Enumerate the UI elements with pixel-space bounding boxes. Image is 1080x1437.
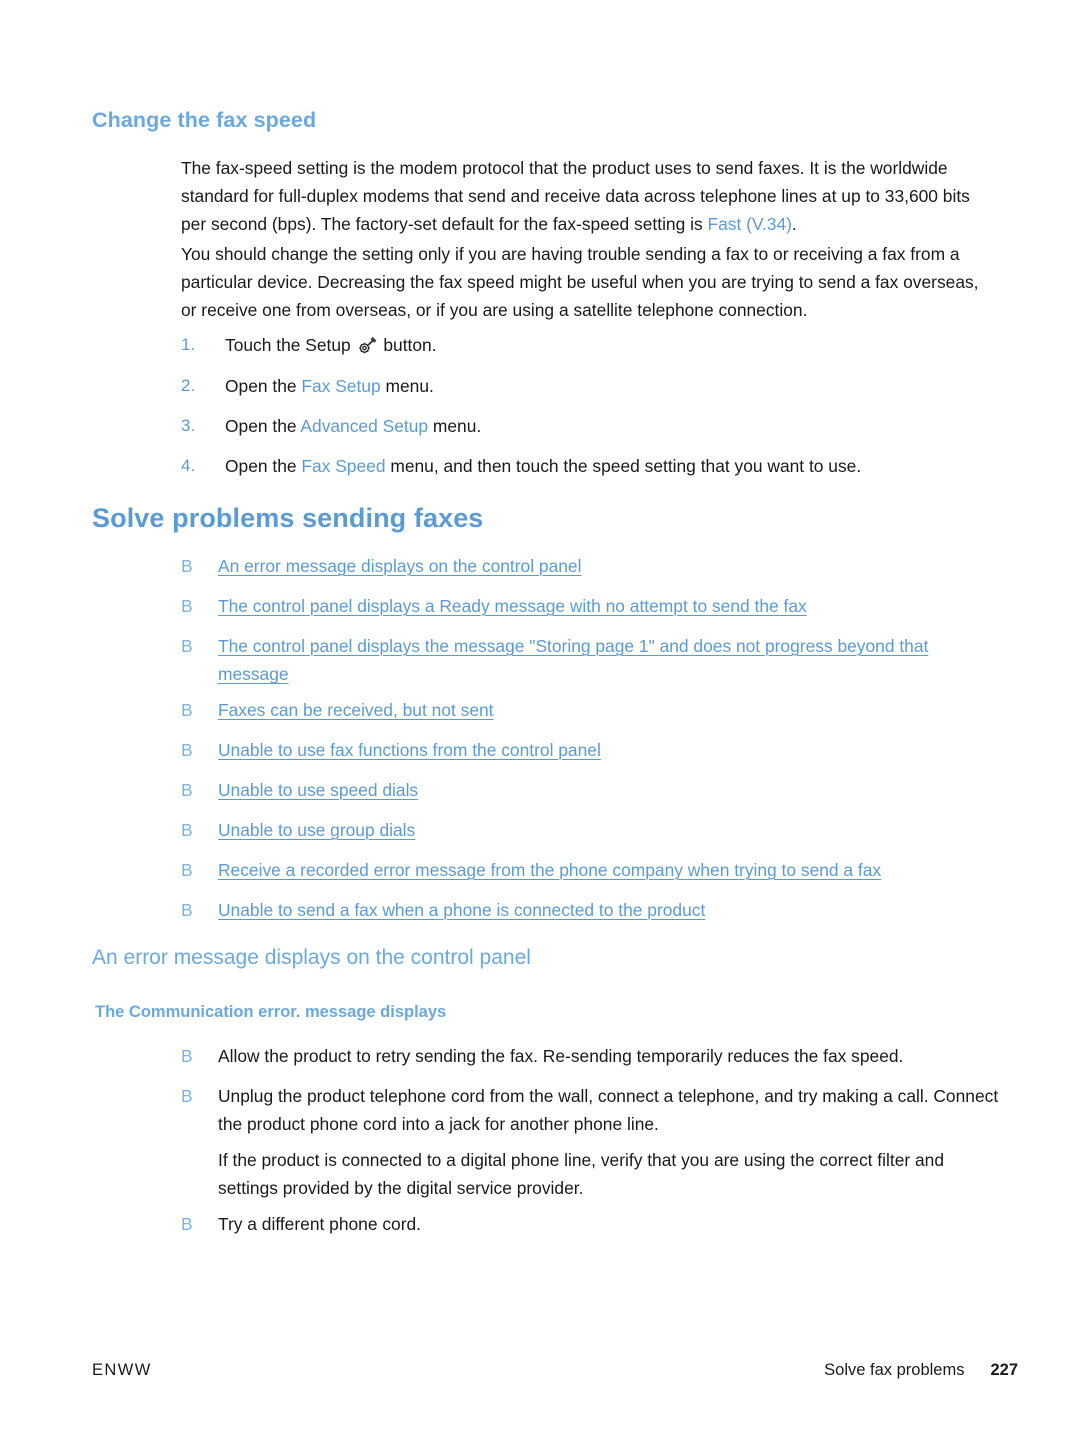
toc-link-label[interactable]: The control panel displays a Ready messa… <box>218 592 1011 620</box>
chapter-heading-solve-problems-sending-faxes: Solve problems sending faxes <box>92 503 484 533</box>
step-text: Open the Fax Speed menu, and then touch … <box>225 452 1001 480</box>
step-item-1: 1. Touch the Setup button. <box>181 331 1001 359</box>
footer-right-group: Solve fax problems 227 <box>824 1361 1018 1380</box>
inline-highlight-fast-v34: Fast (V.34) <box>707 214 792 235</box>
paragraph-text-before: The fax-speed setting is the modem proto… <box>181 158 970 235</box>
step-text: Open the Fax Setup menu. <box>225 372 1001 400</box>
bullet-marker-icon: B <box>181 700 193 720</box>
toc-link-item[interactable]: B The control panel displays a Ready mes… <box>181 592 1011 620</box>
paragraph-text-after: . <box>791 214 797 235</box>
toc-link-item[interactable]: B Unable to use group dials <box>181 816 1011 844</box>
bullet-marker-icon: B <box>181 820 193 840</box>
toc-link-item[interactable]: B Unable to send a fax when a phone is c… <box>181 896 1011 924</box>
step-text-after: menu, and then touch the speed setting t… <box>385 456 862 476</box>
step-text: Open the Advanced Setup menu. <box>225 412 1001 440</box>
bullet-marker-icon: B <box>181 740 193 760</box>
toc-link-item[interactable]: B An error message displays on the contr… <box>181 552 1011 580</box>
error-bullet-text: Allow the product to retry sending the f… <box>218 1046 904 1066</box>
step-number: 1. <box>181 335 196 354</box>
toc-link-item[interactable]: B Unable to use fax functions from the c… <box>181 736 1011 764</box>
bullet-marker-icon: B <box>181 900 193 920</box>
step-item-4: 4. Open the Fax Speed menu, and then tou… <box>181 452 1001 480</box>
toc-link-item[interactable]: B Faxes can be received, but not sent <box>181 696 1011 724</box>
footer-page-number: 227 <box>990 1361 1018 1379</box>
error-bullet-text: Try a different phone cord. <box>218 1214 422 1234</box>
step-text-after: menu. <box>428 416 482 436</box>
setup-wrench-gear-icon <box>358 335 377 354</box>
bullet-marker-icon: B <box>181 636 193 656</box>
toc-link-label[interactable]: Unable to use speed dials <box>218 776 1011 804</box>
section-heading-change-fax-speed: Change the fax speed <box>92 108 317 132</box>
step-item-2: 2. Open the Fax Setup menu. <box>181 372 1001 400</box>
toc-link-label[interactable]: The control panel displays the message "… <box>218 632 991 689</box>
step-text-before: Open the <box>225 416 301 436</box>
inline-highlight-fax-setup: Fax Setup <box>301 376 381 396</box>
bullet-marker-icon: B <box>181 1214 193 1234</box>
toc-link-label[interactable]: Receive a recorded error message from th… <box>218 856 1011 884</box>
footer-locale-label: ENWW <box>92 1361 152 1379</box>
bullet-marker-icon: B <box>181 556 193 576</box>
bullet-marker-icon: B <box>181 860 193 880</box>
step-text-after: button. <box>378 335 437 355</box>
paragraph-change-setting-advice: You should change the setting only if yo… <box>181 244 979 321</box>
paragraph-fax-speed-definition: The fax-speed setting is the modem proto… <box>181 154 991 239</box>
step-number: 3. <box>181 416 196 435</box>
bullet-marker-icon: B <box>181 1046 193 1066</box>
sub-heading-communication-error: The Communication error. message display… <box>95 1003 447 1021</box>
step-text-before: Open the <box>225 456 302 476</box>
step-text-after: menu. <box>380 376 434 396</box>
toc-link-item[interactable]: B Receive a recorded error message from … <box>181 856 1011 884</box>
step-number: 2. <box>181 376 196 395</box>
toc-link-label[interactable]: Unable to use fax functions from the con… <box>218 736 1011 764</box>
toc-link-label[interactable]: Unable to send a fax when a phone is con… <box>218 896 1011 924</box>
toc-link-label[interactable]: Unable to use group dials <box>218 816 1011 844</box>
bullet-marker-icon: B <box>181 1086 193 1106</box>
step-text-before: Touch the Setup <box>225 335 356 355</box>
bullet-marker-icon: B <box>181 596 193 616</box>
footer-section-label: Solve fax problems <box>824 1361 965 1379</box>
error-sub-paragraph-digital-line: If the product is connected to a digital… <box>218 1150 944 1199</box>
bullet-marker-icon: B <box>181 780 193 800</box>
error-bullet-item: B Allow the product to retry sending the… <box>181 1042 1011 1070</box>
inline-highlight-fax-speed: Fax Speed <box>301 456 386 476</box>
error-bullet-item: B Try a different phone cord. <box>181 1210 1011 1238</box>
toc-link-item[interactable]: B Unable to use speed dials <box>181 776 1011 804</box>
step-text: Touch the Setup button. <box>225 331 1001 359</box>
inline-highlight-advanced-setup: Advanced Setup <box>300 416 429 436</box>
section-heading-error-message-displays: An error message displays on the control… <box>92 946 531 969</box>
step-item-3: 3. Open the Advanced Setup menu. <box>181 412 1001 440</box>
document-page: Change the fax speed The fax-speed setti… <box>0 0 1080 1437</box>
error-bullet-item: B Unplug the product telephone cord from… <box>181 1082 1001 1139</box>
error-bullet-text: Unplug the product telephone cord from t… <box>218 1086 999 1135</box>
step-text-before: Open the <box>225 376 302 396</box>
toc-link-item[interactable]: B The control panel displays the message… <box>181 632 991 689</box>
toc-link-label[interactable]: An error message displays on the control… <box>218 552 1011 580</box>
toc-link-label[interactable]: Faxes can be received, but not sent <box>218 696 1011 724</box>
step-number: 4. <box>181 456 196 475</box>
